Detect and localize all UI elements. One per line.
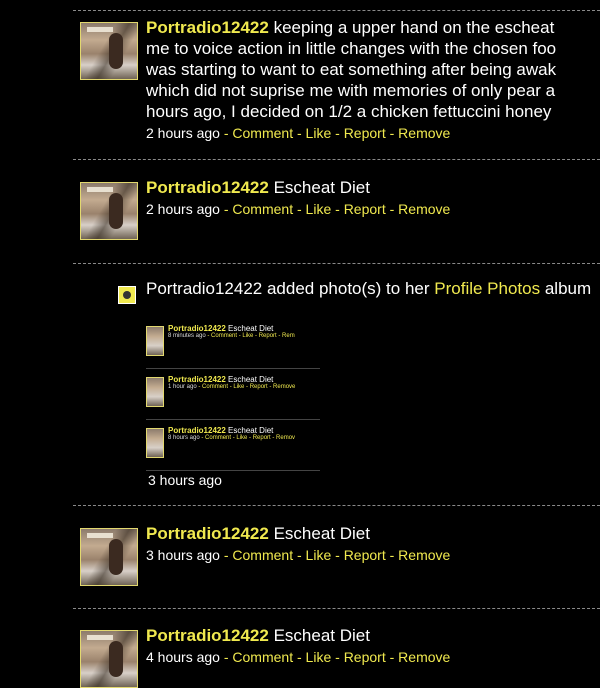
like-link[interactable]: Like [306, 125, 332, 141]
feed-divider [73, 10, 600, 11]
username-link[interactable]: Portradio12422 [146, 18, 269, 37]
photo-thumbnail[interactable]: Portradio12422 Escheat Diet 1 hour ago -… [146, 369, 320, 420]
activity-feed: Portradio12422 keeping a upper hand on t… [0, 0, 600, 688]
avatar[interactable] [80, 22, 138, 80]
comment-link[interactable]: Comment [232, 125, 293, 141]
feed-divider [73, 159, 600, 160]
post-time: 4 hours ago [146, 649, 220, 665]
report-link[interactable]: Report [344, 201, 386, 217]
post-time: 2 hours ago [146, 201, 220, 217]
remove-link[interactable]: Remove [398, 125, 450, 141]
activity-time: 3 hours ago [148, 472, 222, 488]
comment-link[interactable]: Comment [232, 649, 293, 665]
camera-icon [118, 286, 136, 304]
post-text: keeping a upper hand on the escheat [268, 18, 555, 37]
post-text-line: which did not suprise me with memories o… [146, 81, 556, 100]
avatar[interactable] [80, 630, 138, 688]
post-time: 3 hours ago [146, 547, 220, 563]
avatar[interactable] [80, 182, 138, 240]
post-text-line: was starting to want to eat something af… [146, 60, 557, 79]
photo-thumbnail[interactable]: Portradio12422 Escheat Diet 8 hours ago … [146, 420, 320, 471]
post-text: Escheat Diet [268, 178, 370, 197]
post-text-line: me to voice action in little changes wit… [146, 39, 557, 58]
thumbnail-avatar [146, 428, 164, 458]
thumbnail-avatar [146, 377, 164, 407]
comment-link[interactable]: Comment [232, 201, 293, 217]
username-link[interactable]: Portradio12422 [146, 626, 269, 645]
report-link[interactable]: Report [344, 649, 386, 665]
thumbnail-avatar [146, 326, 164, 356]
report-link[interactable]: Report [344, 547, 386, 563]
feed-divider [73, 263, 600, 264]
remove-link[interactable]: Remove [398, 201, 450, 217]
like-link[interactable]: Like [306, 547, 332, 563]
username-link[interactable]: Portradio12422 [146, 178, 269, 197]
comment-link[interactable]: Comment [232, 547, 293, 563]
report-link[interactable]: Report [344, 125, 386, 141]
album-link[interactable]: Profile Photos [434, 279, 540, 298]
username-link[interactable]: Portradio12422 [146, 524, 269, 543]
photo-thumbnails: Portradio12422 Escheat Diet 8 minutes ag… [146, 318, 320, 471]
activity-text: Portradio12422 added photo(s) to her [146, 279, 435, 298]
avatar[interactable] [80, 528, 138, 586]
feed-divider [73, 505, 600, 506]
feed-divider [73, 608, 600, 609]
post-time: 2 hours ago [146, 125, 220, 141]
post-text-line: hours ago, I decided on 1/2 a chicken fe… [146, 102, 552, 121]
post-text: Escheat Diet [268, 626, 370, 645]
remove-link[interactable]: Remove [398, 649, 450, 665]
remove-link[interactable]: Remove [398, 547, 450, 563]
like-link[interactable]: Like [306, 201, 332, 217]
like-link[interactable]: Like [306, 649, 332, 665]
post-text: Escheat Diet [268, 524, 370, 543]
photo-thumbnail[interactable]: Portradio12422 Escheat Diet 8 minutes ag… [146, 318, 320, 369]
